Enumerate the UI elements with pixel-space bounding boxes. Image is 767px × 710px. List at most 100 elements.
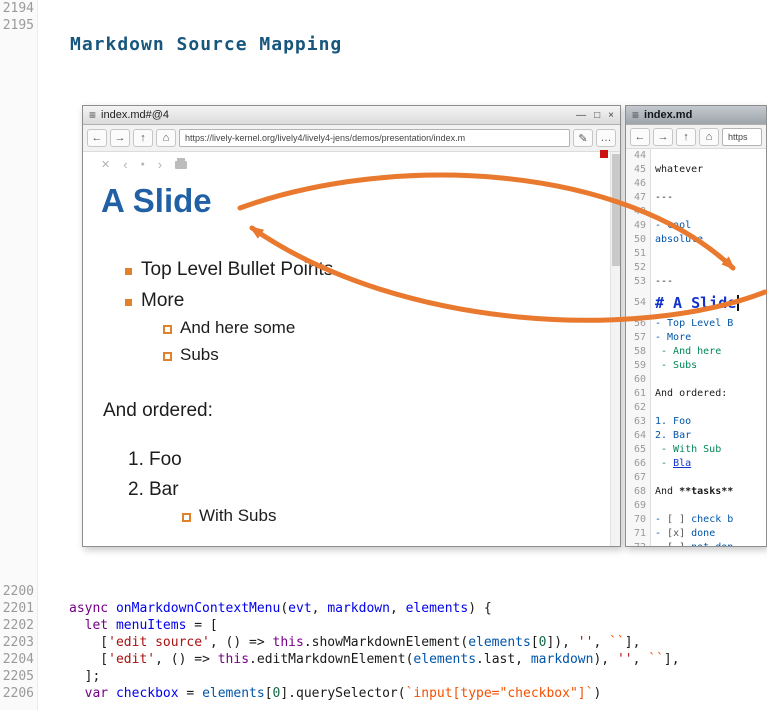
line-content[interactable]: And **tasks**: [651, 485, 733, 499]
source-editor[interactable]: 4445whatever4647---4849- cool50absolute5…: [626, 149, 766, 546]
window-titlebar[interactable]: ≡ index.md: [626, 106, 766, 125]
editor-line[interactable]: 642. Bar: [626, 429, 766, 443]
editor-line[interactable]: 72- [ ] not don: [626, 541, 766, 546]
url-input[interactable]: https: [722, 128, 762, 146]
editor-line[interactable]: 66 - Bla: [626, 457, 766, 471]
line-content[interactable]: [651, 471, 655, 485]
line-content[interactable]: absolute: [651, 233, 703, 247]
up-button[interactable]: ↑: [133, 129, 153, 147]
editor-line[interactable]: 71- [x] done: [626, 527, 766, 541]
editor-line[interactable]: 48: [626, 205, 766, 219]
line-content[interactable]: async onMarkdownContextMenu(evt, markdow…: [38, 601, 492, 618]
line-content[interactable]: - With Sub: [651, 443, 721, 457]
editor-line[interactable]: 60: [626, 373, 766, 387]
editor-line[interactable]: 47---: [626, 191, 766, 205]
prev-slide-icon[interactable]: ‹: [123, 157, 127, 172]
editor-line[interactable]: 2206 var checkbox = elements[0].querySel…: [0, 686, 767, 703]
editor-line[interactable]: 70- [ ] check b: [626, 513, 766, 527]
editor-line[interactable]: 57- More: [626, 331, 766, 345]
editor-line[interactable]: 46: [626, 177, 766, 191]
editor-line[interactable]: 51: [626, 247, 766, 261]
line-content[interactable]: [651, 499, 655, 513]
editor-line[interactable]: 68And **tasks**: [626, 485, 766, 499]
line-content[interactable]: ['edit source', () => this.showMarkdownE…: [38, 635, 640, 652]
editor-line[interactable]: 2194: [0, 1, 767, 18]
editor-line[interactable]: 52: [626, 261, 766, 275]
line-content[interactable]: 2. Bar: [651, 429, 691, 443]
line-content[interactable]: - Subs: [651, 359, 697, 373]
editor-line[interactable]: 44: [626, 149, 766, 163]
print-icon[interactable]: [175, 161, 187, 169]
editor-line[interactable]: 2203 ['edit source', () => this.showMark…: [0, 635, 767, 652]
scrollbar-thumb[interactable]: [612, 154, 620, 266]
line-content[interactable]: - [ ] not don: [651, 541, 733, 546]
edit-pencil-button[interactable]: ✎: [573, 129, 593, 147]
line-content[interactable]: [38, 1, 69, 18]
line-content[interactable]: [651, 205, 655, 219]
line-content[interactable]: ---: [651, 275, 673, 289]
scrollbar[interactable]: [610, 152, 620, 546]
line-content[interactable]: 1. Foo: [651, 415, 691, 429]
editor-line-header[interactable]: 54# A Slide: [626, 289, 766, 317]
back-button[interactable]: ←: [630, 128, 650, 146]
minimize-button[interactable]: —: [576, 110, 586, 121]
slide-dot-icon[interactable]: ●: [141, 161, 145, 168]
back-button[interactable]: ←: [87, 129, 107, 147]
line-content[interactable]: [651, 261, 655, 275]
line-content[interactable]: - And here: [651, 345, 721, 359]
line-content[interactable]: [651, 177, 655, 191]
line-content[interactable]: - Top Level B: [651, 317, 733, 331]
line-content[interactable]: ];: [38, 669, 100, 686]
up-button[interactable]: ↑: [676, 128, 696, 146]
editor-line[interactable]: 2200: [0, 584, 767, 601]
close-button[interactable]: ×: [608, 110, 614, 121]
editor-line[interactable]: 56- Top Level B: [626, 317, 766, 331]
editor-line[interactable]: 631. Foo: [626, 415, 766, 429]
line-content[interactable]: And ordered:: [651, 387, 727, 401]
editor-line[interactable]: 59 - Subs: [626, 359, 766, 373]
hamburger-menu-icon[interactable]: ≡: [89, 109, 96, 121]
editor-line[interactable]: 2202 let menuItems = [: [0, 618, 767, 635]
editor-line[interactable]: 62: [626, 401, 766, 415]
line-content[interactable]: [651, 401, 655, 415]
editor-line[interactable]: 45whatever: [626, 163, 766, 177]
line-content[interactable]: - More: [651, 331, 691, 345]
editor-line[interactable]: 67: [626, 471, 766, 485]
home-button[interactable]: ⌂: [156, 129, 176, 147]
editor-line[interactable]: 53---: [626, 275, 766, 289]
line-content[interactable]: - [ ] check b: [651, 513, 733, 527]
line-content[interactable]: whatever: [651, 163, 703, 177]
line-content[interactable]: ['edit', () => this.editMarkdownElement(…: [38, 652, 680, 669]
line-content[interactable]: ---: [651, 191, 673, 205]
line-content[interactable]: var checkbox = elements[0].querySelector…: [38, 686, 601, 703]
next-slide-icon[interactable]: ›: [158, 157, 162, 172]
editor-line[interactable]: 49- cool: [626, 219, 766, 233]
forward-button[interactable]: →: [653, 128, 673, 146]
line-content[interactable]: [38, 584, 69, 601]
line-content[interactable]: let menuItems = [: [38, 618, 218, 635]
code-editor[interactable]: 22002201async onMarkdownContextMenu(evt,…: [0, 584, 767, 703]
close-icon[interactable]: ✕: [101, 158, 110, 171]
editor-line[interactable]: 2204 ['edit', () => this.editMarkdownEle…: [0, 652, 767, 669]
hamburger-menu-icon[interactable]: ≡: [632, 109, 639, 121]
editor-line[interactable]: 2205 ];: [0, 669, 767, 686]
editor-line[interactable]: 65 - With Sub: [626, 443, 766, 457]
url-input[interactable]: https://lively-kernel.org/lively4/lively…: [179, 129, 570, 147]
editor-line[interactable]: 50absolute: [626, 233, 766, 247]
forward-button[interactable]: →: [110, 129, 130, 147]
line-content[interactable]: [651, 373, 655, 387]
editor-line[interactable]: 2201async onMarkdownContextMenu(evt, mar…: [0, 601, 767, 618]
editor-line[interactable]: 69: [626, 499, 766, 513]
editor-line[interactable]: 58 - And here: [626, 345, 766, 359]
more-options-button[interactable]: …: [596, 129, 616, 147]
line-content[interactable]: - Bla: [651, 457, 691, 471]
line-content[interactable]: - cool: [651, 219, 691, 233]
window-titlebar[interactable]: ≡ index.md#@4 — □ ×: [83, 106, 620, 125]
editor-line[interactable]: 61And ordered:: [626, 387, 766, 401]
home-button[interactable]: ⌂: [699, 128, 719, 146]
editor-line[interactable]: 2195: [0, 18, 767, 35]
line-content[interactable]: [651, 247, 655, 261]
line-content[interactable]: [651, 149, 655, 163]
maximize-button[interactable]: □: [594, 110, 600, 121]
line-content[interactable]: [38, 18, 69, 35]
